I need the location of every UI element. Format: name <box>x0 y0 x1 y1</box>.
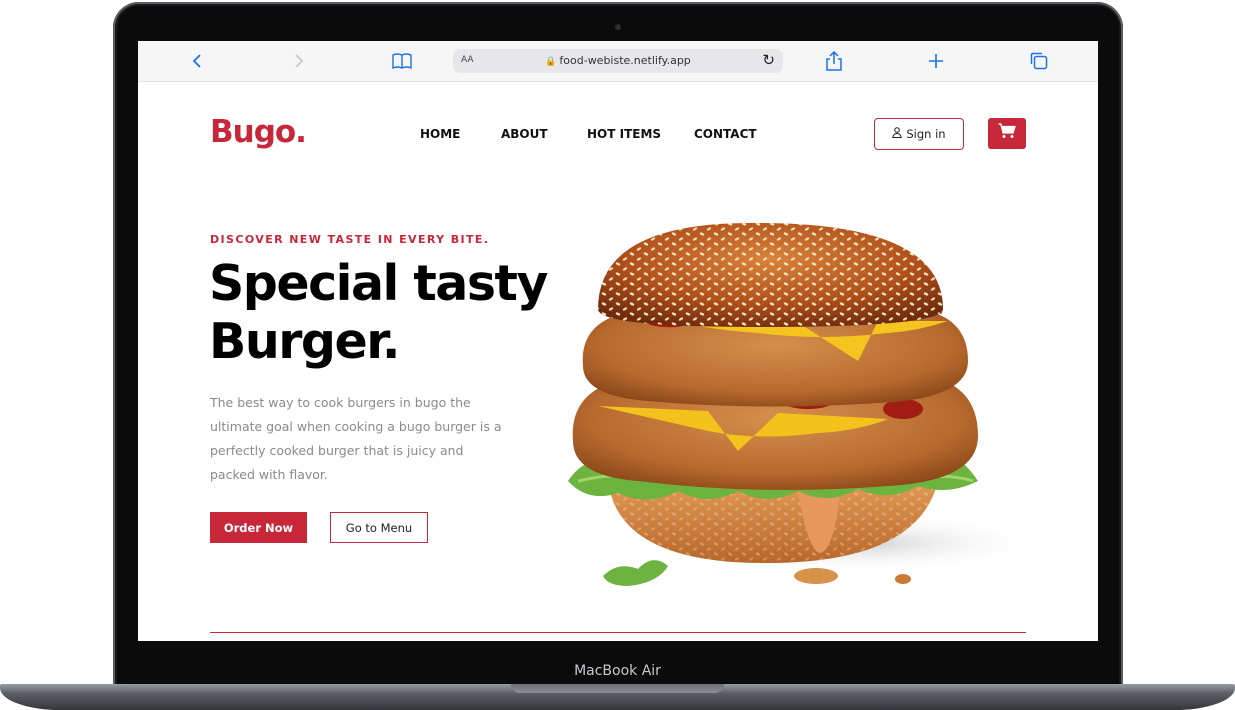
site-logo[interactable]: Bugo. <box>210 114 307 150</box>
sign-in-button[interactable]: Sign in <box>874 118 964 150</box>
user-icon <box>892 127 903 141</box>
order-now-button[interactable]: Order Now <box>210 512 307 543</box>
burger-image <box>568 222 1028 586</box>
hero-tagline: DISCOVER NEW TASTE IN EVERY BITE. <box>210 233 490 246</box>
headline-line-2: Burger. <box>209 313 401 370</box>
device-label: MacBook Air <box>574 663 661 679</box>
hero-headline: Special tasty Burger. <box>209 255 589 371</box>
address-bar[interactable]: AA 🔒 food-webiste.netlify.app ↻ <box>453 49 783 73</box>
nav-hot-items[interactable]: HOT ITEMS <box>587 127 661 141</box>
bookmarks-icon[interactable] <box>390 49 414 73</box>
cart-button[interactable] <box>988 118 1026 149</box>
go-to-menu-button[interactable]: Go to Menu <box>330 512 428 543</box>
camera <box>615 24 621 30</box>
browser-toolbar: AA 🔒 food-webiste.netlify.app ↻ <box>138 41 1098 82</box>
share-icon[interactable] <box>822 49 846 73</box>
nav-about[interactable]: ABOUT <box>501 127 548 141</box>
laptop-notch <box>511 684 724 693</box>
reload-icon[interactable]: ↻ <box>762 51 775 69</box>
new-tab-icon[interactable] <box>924 49 948 73</box>
screen: AA 🔒 food-webiste.netlify.app ↻ Bugo. HOM… <box>138 41 1098 641</box>
nav-contact[interactable]: CONTACT <box>694 127 757 141</box>
lock-icon: 🔒 <box>545 57 557 67</box>
nav-home[interactable]: HOME <box>420 127 460 141</box>
tabs-icon[interactable] <box>1027 49 1051 73</box>
sign-in-label: Sign in <box>906 127 946 141</box>
section-divider <box>210 632 1026 633</box>
forward-icon[interactable] <box>287 49 311 73</box>
back-icon[interactable] <box>185 49 209 73</box>
cart-icon <box>998 123 1016 144</box>
hero-description: The best way to cook burgers in bugo the… <box>210 395 502 482</box>
headline-line-1: Special tasty <box>209 255 548 312</box>
url-text: food-webiste.netlify.app <box>559 54 691 67</box>
